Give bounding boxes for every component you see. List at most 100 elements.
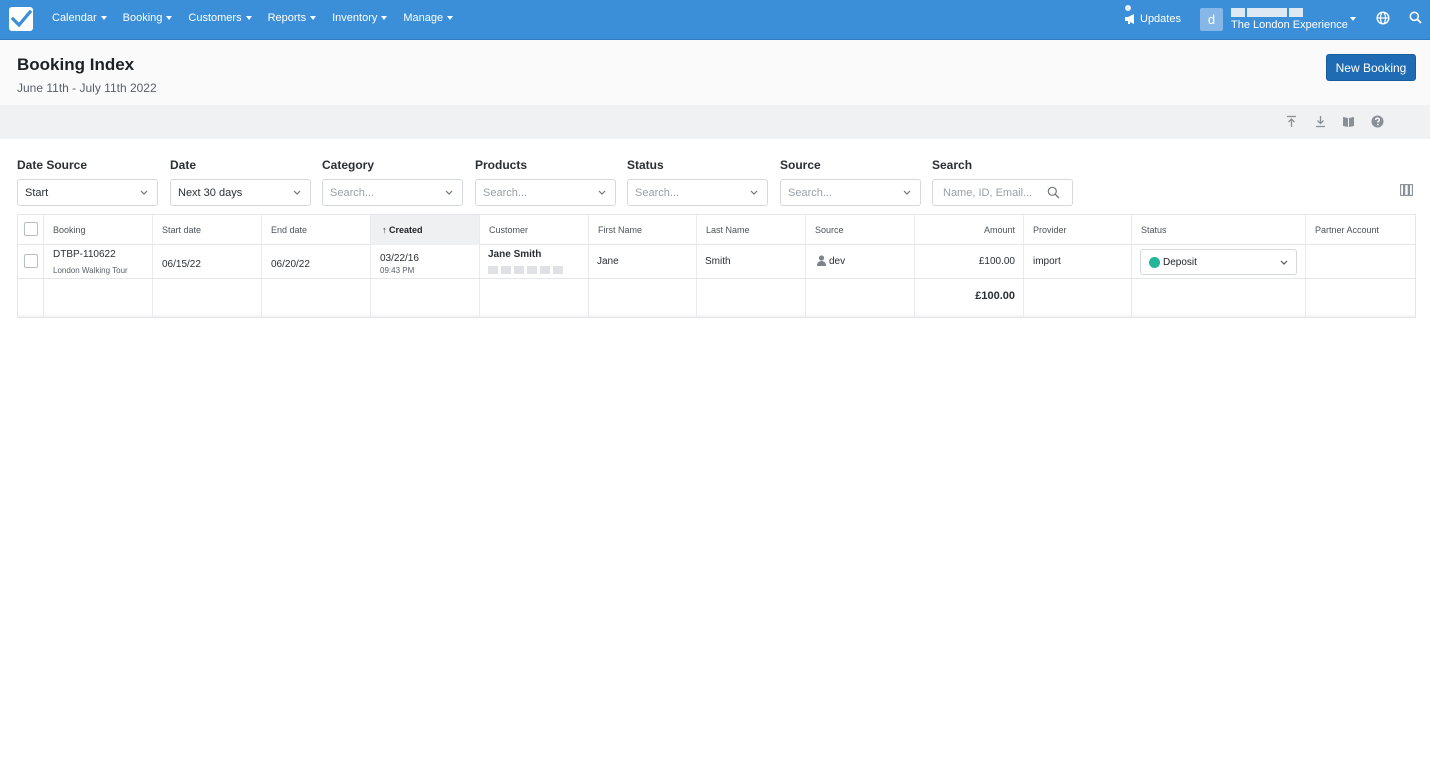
- columns-icon[interactable]: [1400, 184, 1413, 199]
- nav-inventory[interactable]: Inventory: [324, 0, 395, 40]
- column-header-amount[interactable]: Amount: [915, 215, 1024, 245]
- search-icon[interactable]: [1047, 186, 1060, 199]
- nav-booking-label: Booking: [122, 12, 163, 24]
- booking-id-link[interactable]: DTBP-110622: [53, 249, 116, 260]
- book-icon[interactable]: [1342, 115, 1356, 129]
- totals-cell: [480, 279, 589, 317]
- filter-source: Source Search...: [780, 158, 921, 206]
- source-select[interactable]: Search...: [780, 179, 921, 206]
- sort-ascending-icon: ↑: [382, 225, 387, 235]
- filter-source-label: Source: [780, 158, 821, 172]
- column-header-partner-account[interactable]: Partner Account: [1306, 215, 1415, 245]
- chevron-down-icon: [1280, 260, 1288, 265]
- column-header-last-name[interactable]: Last Name: [697, 215, 806, 245]
- avatar: d: [1200, 7, 1223, 31]
- upload-icon[interactable]: [1285, 115, 1299, 129]
- column-header-end-date[interactable]: End date: [262, 215, 371, 245]
- chevron-down-icon: [598, 190, 606, 195]
- filter-status: Status Search...: [627, 158, 768, 206]
- filter-date: Date Next 30 days: [170, 158, 311, 206]
- caret-down-icon: [245, 16, 252, 21]
- status-value: Deposit: [1163, 257, 1197, 268]
- filter-search: Search: [932, 158, 1073, 206]
- start-date-cell: 06/15/22: [153, 245, 262, 278]
- nav-manage-label: Manage: [403, 12, 444, 24]
- totals-cell: [262, 279, 371, 317]
- column-header-start-date[interactable]: Start date: [153, 215, 262, 245]
- total-amount-cell: £100.00: [915, 279, 1024, 317]
- column-header-source[interactable]: Source: [806, 215, 915, 245]
- main-nav: Calendar Booking Customers Reports Inven…: [44, 0, 461, 40]
- created-time-value: 09:43 PM: [380, 266, 415, 275]
- new-booking-button[interactable]: New Booking: [1326, 54, 1416, 81]
- nav-reports-label: Reports: [267, 12, 307, 24]
- account-caret-down-icon[interactable]: [1350, 17, 1356, 21]
- products-select[interactable]: Search...: [475, 179, 616, 206]
- amount-value: £100.00: [978, 256, 1015, 267]
- products-placeholder: Search...: [483, 187, 528, 199]
- amount-cell: £100.00: [915, 245, 1024, 278]
- nav-inventory-label: Inventory: [332, 12, 378, 24]
- date-select[interactable]: Next 30 days: [170, 179, 311, 206]
- category-select[interactable]: Search...: [322, 179, 463, 206]
- nav-reports[interactable]: Reports: [260, 0, 325, 40]
- filter-products: Products Search...: [475, 158, 616, 206]
- column-header-customer[interactable]: Customer: [480, 215, 589, 245]
- search-input[interactable]: [943, 186, 1043, 200]
- status-deposit-dot-icon: [1149, 257, 1160, 268]
- row-select-cell: [18, 245, 44, 278]
- column-header-provider[interactable]: Provider: [1024, 215, 1132, 245]
- help-icon[interactable]: [1371, 115, 1385, 129]
- select-all-checkbox[interactable]: [24, 222, 38, 236]
- totals-cell: [18, 279, 44, 317]
- bookings-table: Booking Start date End date ↑ Created Cu…: [17, 214, 1416, 318]
- account-menu[interactable]: d The London Experience: [1200, 7, 1348, 31]
- checkmark-logo-icon[interactable]: [9, 7, 33, 31]
- page-header: Booking Index June 11th - July 11th 2022…: [0, 40, 1430, 105]
- nav-manage[interactable]: Manage: [395, 0, 461, 40]
- date-source-select[interactable]: Start: [17, 179, 158, 206]
- chevron-down-icon: [750, 190, 758, 195]
- filter-category: Category Search...: [322, 158, 463, 206]
- globe-icon[interactable]: [1376, 11, 1390, 28]
- caret-down-icon: [100, 16, 107, 21]
- redacted-user-name: [1231, 8, 1303, 17]
- status-filter-select[interactable]: Search...: [627, 179, 768, 206]
- booking-product: London Walking Tour: [53, 266, 128, 275]
- source-cell: dev: [806, 245, 915, 278]
- filter-search-label: Search: [932, 158, 973, 172]
- total-amount-value: £100.00: [975, 290, 1015, 302]
- status-select[interactable]: Deposit: [1140, 249, 1297, 275]
- column-header-booking[interactable]: Booking: [44, 215, 153, 245]
- table-totals-row: £100.00: [18, 279, 1415, 317]
- nav-customers[interactable]: Customers: [180, 0, 259, 40]
- column-header-first-name[interactable]: First Name: [589, 215, 697, 245]
- totals-cell: [806, 279, 915, 317]
- category-placeholder: Search...: [330, 187, 375, 199]
- provider-cell: import: [1024, 245, 1132, 278]
- updates-button[interactable]: Updates: [1124, 5, 1181, 27]
- nav-calendar-label: Calendar: [52, 12, 97, 24]
- first-name-cell: Jane: [589, 245, 697, 278]
- page-title: Booking Index: [17, 55, 135, 74]
- filter-status-label: Status: [627, 158, 664, 172]
- user-icon: [817, 255, 826, 266]
- table-row[interactable]: DTBP-110622 London Walking Tour 06/15/22…: [18, 245, 1415, 279]
- download-icon[interactable]: [1314, 115, 1328, 129]
- nav-calendar[interactable]: Calendar: [44, 0, 115, 40]
- customer-name-link[interactable]: Jane Smith: [488, 249, 541, 260]
- first-name-value: Jane: [597, 256, 619, 267]
- row-checkbox[interactable]: [24, 254, 38, 268]
- search-icon[interactable]: [1409, 11, 1422, 27]
- column-header-created-label: Created: [389, 225, 423, 235]
- nav-booking[interactable]: Booking: [115, 0, 181, 40]
- account-name: The London Experience: [1231, 19, 1348, 31]
- source-value: dev: [829, 256, 846, 267]
- column-header-status[interactable]: Status: [1132, 215, 1306, 245]
- column-header-created[interactable]: ↑ Created: [371, 215, 480, 245]
- caret-down-icon: [381, 16, 388, 21]
- nav-customers-label: Customers: [188, 12, 242, 24]
- select-all-cell: [18, 215, 44, 245]
- notification-dot: [1125, 5, 1131, 11]
- start-date-value: 06/15/22: [162, 259, 201, 270]
